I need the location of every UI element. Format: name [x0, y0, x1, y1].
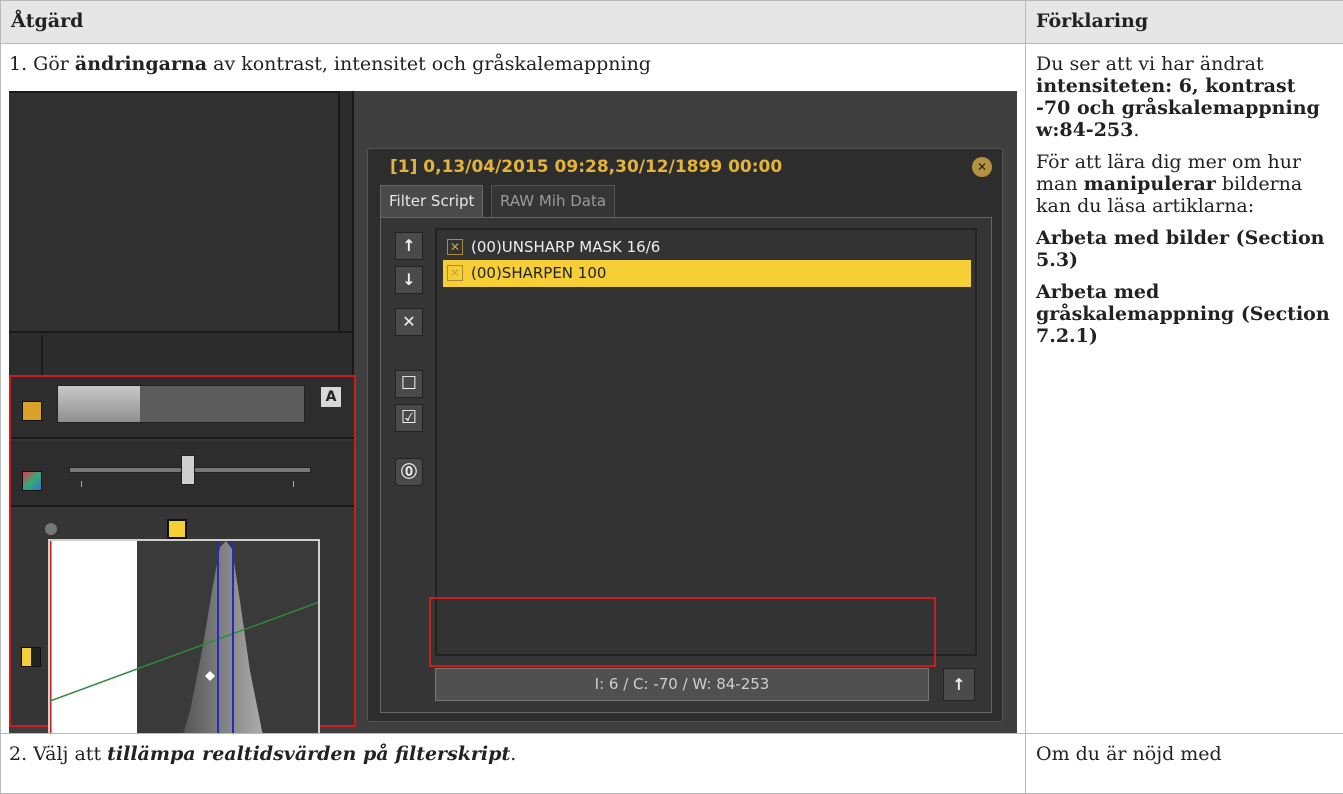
panel-title: [1] 0,13/04/2015 09:28,30/12/1899 00:00	[390, 157, 782, 177]
image-viewer-panel	[9, 91, 354, 377]
move-up-button[interactable]: ↑	[395, 232, 423, 260]
contrast-slider-thumb[interactable]	[181, 455, 195, 485]
contrast-icon[interactable]	[22, 471, 42, 491]
intensity-icon[interactable]	[22, 401, 42, 421]
realtime-values-field[interactable]: I: 6 / C: -70 / W: 84-253	[435, 668, 929, 701]
instruction-table: Åtgärd Förklaring 1. Gör ändringarna av …	[0, 0, 1343, 794]
explanation-paragraph: Om du är nöjd med	[1036, 743, 1333, 765]
header-explanation: Förklaring	[1026, 1, 1343, 44]
image-adjust-controls: A	[9, 375, 356, 727]
delete-filter-button[interactable]: ✕	[395, 308, 423, 336]
uncheck-all-button[interactable]: ☐	[395, 370, 423, 398]
filter-item-selected[interactable]: ✕ (00)SHARPEN 100	[443, 260, 971, 287]
filter-item-label: (00)SHARPEN 100	[471, 264, 606, 282]
checkbox-icon[interactable]: ✕	[447, 265, 463, 281]
white-point-icon[interactable]	[167, 519, 187, 539]
checkbox-icon[interactable]: ✕	[447, 239, 463, 255]
check-all-button[interactable]: ☑	[395, 404, 423, 432]
step-1-cell: 1. Gör ändringarna av kontrast, intensit…	[1, 44, 1026, 734]
intensity-slider-fill	[58, 386, 140, 422]
intensity-slider[interactable]	[57, 385, 305, 423]
software-screenshot: A	[9, 91, 1017, 733]
filter-item[interactable]: ✕ (00)UNSHARP MASK 16/6	[443, 234, 660, 261]
article-link[interactable]: Arbeta med gråskalemappning (Section 7.2…	[1036, 281, 1333, 347]
close-icon[interactable]: ✕	[972, 157, 992, 177]
tab-filter-script[interactable]: Filter Script	[380, 185, 483, 218]
values-highlight-box	[429, 597, 936, 667]
apply-values-button[interactable]: ↑	[943, 668, 975, 701]
gamma-icon[interactable]	[21, 647, 41, 667]
step-2-explanation: Om du är nöjd med	[1026, 734, 1343, 794]
explanation-paragraph: Du ser att vi har ändrat intensiteten: 6…	[1036, 53, 1333, 141]
move-down-button[interactable]: ↓	[395, 266, 423, 294]
explanation-paragraph: För att lära dig mer om hur man manipule…	[1036, 151, 1333, 217]
image-viewer-frame	[9, 91, 340, 333]
black-point-icon[interactable]	[45, 523, 57, 535]
filter-list: ✕ (00)UNSHARP MASK 16/6 ✕ (00)SHARPEN 10…	[435, 228, 977, 656]
step-1-text: 1. Gör ändringarna av kontrast, intensit…	[9, 53, 1017, 79]
tab-raw-mih-data[interactable]: RAW Mih Data	[491, 185, 615, 218]
article-link[interactable]: Arbeta med bilder (Section 5.3)	[1036, 227, 1333, 271]
filter-item-label: (00)UNSHARP MASK 16/6	[471, 238, 660, 256]
histogram-graph	[50, 541, 320, 733]
step-2-cell: 2. Välj att tillämpa realtidsvärden på f…	[1, 734, 1026, 794]
step-2-text: 2. Välj att tillämpa realtidsvärden på f…	[9, 743, 1017, 769]
header-action: Åtgärd	[1, 1, 1026, 44]
auto-button[interactable]: A	[321, 387, 341, 407]
reset-button[interactable]: ⓪	[395, 458, 423, 486]
step-1-explanation: Du ser att vi har ändrat intensiteten: 6…	[1026, 44, 1343, 734]
grayscale-histogram[interactable]	[48, 539, 320, 733]
intensity-row: A	[11, 377, 354, 439]
contrast-row	[11, 441, 354, 507]
